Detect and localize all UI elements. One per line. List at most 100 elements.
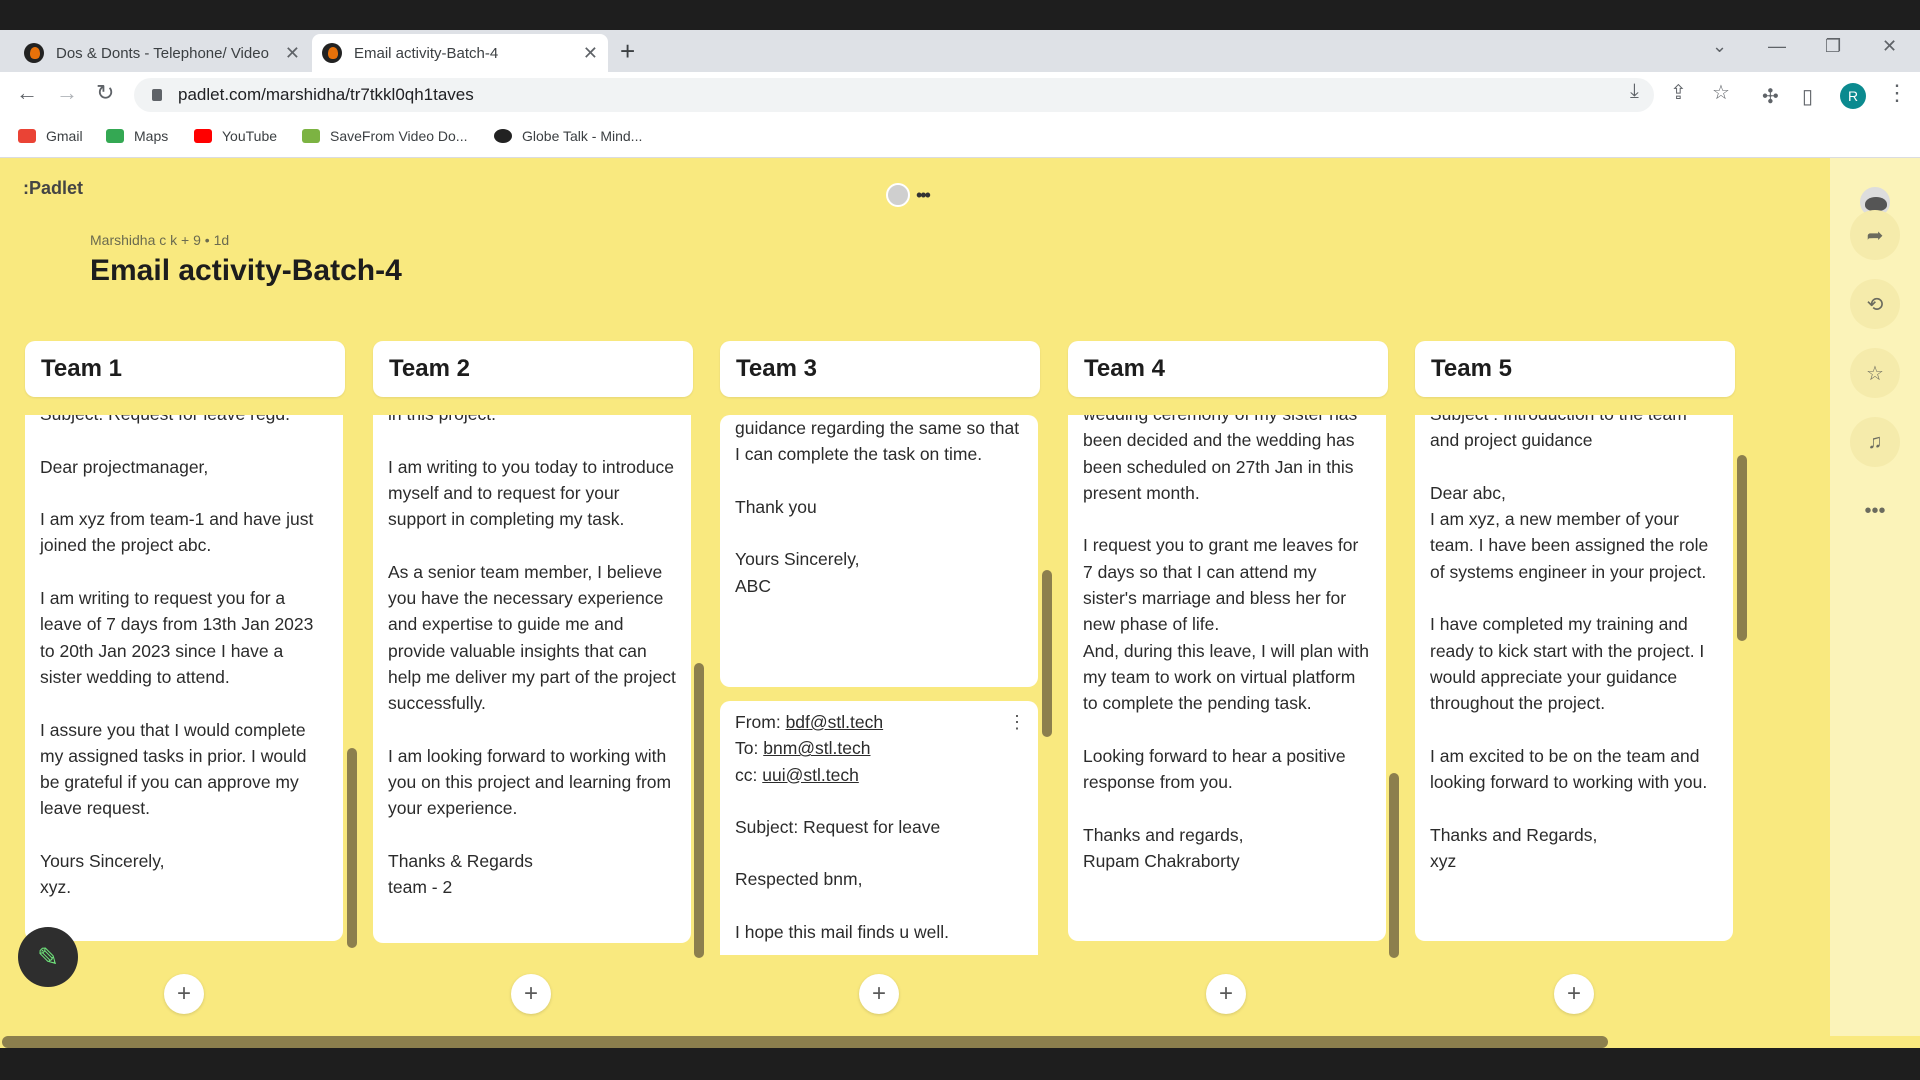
- column-team-3: Team 3 guidance regarding the same so th…: [720, 341, 1040, 955]
- globe-talk-icon: [494, 129, 512, 143]
- post-card[interactable]: ⋮ From: bdf@stl.tech To: bnm@stl.tech cc…: [720, 701, 1038, 955]
- collaborator-avatars[interactable]: •••: [886, 183, 931, 207]
- page-title: Email activity-Batch-4: [90, 254, 402, 287]
- bookmark-label: Gmail: [46, 128, 83, 144]
- post-card[interactable]: wedding ceremony of my sister has been d…: [1068, 415, 1386, 941]
- bell-icon[interactable]: ♫: [1850, 417, 1900, 467]
- post-text: guidance regarding the same so that I ca…: [735, 418, 1020, 596]
- bookmarks-bar: Gmail Maps YouTube SaveFrom Video Do... …: [0, 118, 1920, 158]
- edit-pencil-button[interactable]: ✎: [18, 927, 78, 987]
- to-email-link[interactable]: bnm@stl.tech: [763, 738, 870, 758]
- window-bottom-strip: [0, 1048, 1920, 1080]
- padlet-board: :Padlet ••• Marshidha c k + 9 • 1d Email…: [0, 158, 1830, 1048]
- column-team-4: Team 4 wedding ceremony of my sister has…: [1068, 341, 1388, 941]
- close-icon[interactable]: ✕: [583, 43, 598, 64]
- post-text: wedding ceremony of my sister has been d…: [1083, 415, 1369, 872]
- bookmark-gmail[interactable]: Gmail: [18, 128, 83, 144]
- column-header[interactable]: Team 5: [1415, 341, 1735, 397]
- post-text: Subject : Introduction to the team and p…: [1430, 415, 1709, 872]
- column-posts[interactable]: Subject: Request for leave regd. Dear pr…: [25, 415, 345, 955]
- post-menu-icon[interactable]: ⋮: [1008, 709, 1026, 735]
- install-app-icon[interactable]: ⤓: [1630, 80, 1639, 103]
- url-text: padlet.com/marshidha/tr7tkkl0qh1taves: [178, 85, 474, 104]
- padlet-logo[interactable]: :Padlet: [23, 178, 83, 199]
- star-icon[interactable]: ☆: [1850, 348, 1900, 398]
- column-scrollbar[interactable]: [347, 748, 357, 948]
- tab-dos-donts[interactable]: Dos & Donts - Telephone/ Video ✕: [14, 34, 310, 72]
- bookmark-label: Globe Talk - Mind...: [522, 128, 643, 144]
- column-posts[interactable]: guidance regarding the same so that I ca…: [720, 415, 1040, 955]
- tab-title: Email activity-Batch-4: [354, 44, 499, 62]
- tab-search-chevron-icon[interactable]: ⌄: [1712, 36, 1727, 57]
- column-scrollbar[interactable]: [1737, 455, 1747, 641]
- add-post-button[interactable]: +: [164, 974, 204, 1014]
- bookmark-label: SaveFrom Video Do...: [330, 128, 468, 144]
- column-header[interactable]: Team 1: [25, 341, 345, 397]
- reload-icon[interactable]: ↻: [96, 80, 114, 106]
- cc-email-link[interactable]: uui@stl.tech: [762, 765, 859, 785]
- add-post-button[interactable]: +: [511, 974, 551, 1014]
- gmail-icon: [18, 129, 36, 143]
- restore-icon[interactable]: ❐: [1825, 36, 1841, 57]
- bookmark-globe-talk[interactable]: Globe Talk - Mind...: [494, 128, 642, 144]
- bookmark-label: YouTube: [222, 128, 278, 144]
- new-tab-plus-icon[interactable]: +: [620, 36, 635, 67]
- maps-icon: [106, 129, 124, 143]
- column-scrollbar[interactable]: [694, 663, 704, 958]
- bookmark-label: Maps: [134, 128, 169, 144]
- bookmark-savefrom[interactable]: SaveFrom Video Do...: [302, 128, 467, 144]
- add-post-button[interactable]: +: [859, 974, 899, 1014]
- address-bar[interactable]: padlet.com/marshidha/tr7tkkl0qh1taves: [134, 78, 1654, 112]
- close-icon[interactable]: ✕: [285, 43, 300, 64]
- horizontal-scrollbar[interactable]: [2, 1036, 1608, 1048]
- savefrom-icon: [302, 129, 320, 143]
- browser-toolbar: ← → ↻ padlet.com/marshidha/tr7tkkl0qh1ta…: [0, 72, 1920, 118]
- youtube-icon: [194, 129, 212, 143]
- column-scrollbar[interactable]: [1389, 773, 1399, 958]
- post-card[interactable]: Subject : Introduction to the team and p…: [1415, 415, 1733, 941]
- column-header[interactable]: Team 2: [373, 341, 693, 397]
- from-label: From:: [735, 712, 781, 732]
- padlet-right-rail: ➦ ⟲ ☆ ♫ •••: [1830, 158, 1920, 1048]
- post-text: Subject: Request for leave Respected bnm…: [735, 816, 949, 943]
- extensions-puzzle-icon[interactable]: ✣: [1762, 84, 1779, 109]
- side-panel-icon[interactable]: ▯: [1802, 84, 1813, 109]
- add-post-button[interactable]: +: [1554, 974, 1594, 1014]
- share-icon[interactable]: ⇪: [1670, 80, 1687, 105]
- column-header[interactable]: Team 3: [720, 341, 1040, 397]
- forward-arrow-icon[interactable]: →: [56, 80, 78, 106]
- more-collaborators-icon: •••: [916, 184, 931, 205]
- column-scrollbar[interactable]: [1042, 570, 1052, 737]
- post-text: in this project. I am writing to you tod…: [388, 415, 676, 898]
- browser-menu-icon[interactable]: ⋮: [1886, 80, 1908, 106]
- minimize-icon[interactable]: —: [1768, 36, 1786, 57]
- share-arrow-icon[interactable]: ➦: [1850, 210, 1900, 260]
- column-header[interactable]: Team 4: [1068, 341, 1388, 397]
- bookmark-maps[interactable]: Maps: [106, 128, 168, 144]
- bookmark-youtube[interactable]: YouTube: [194, 128, 277, 144]
- back-arrow-icon[interactable]: ←: [16, 80, 38, 106]
- column-team-2: Team 2 in this project. I am writing to …: [373, 341, 693, 943]
- tab-bar: Dos & Donts - Telephone/ Video ✕ Email a…: [0, 30, 1920, 72]
- window-top-strip: [0, 0, 1920, 30]
- bookmark-star-icon[interactable]: ☆: [1712, 80, 1730, 105]
- board-meta: Marshidha c k + 9 • 1d: [90, 232, 230, 248]
- column-posts[interactable]: Subject : Introduction to the team and p…: [1415, 415, 1735, 955]
- cc-label: cc:: [735, 764, 758, 785]
- add-post-button[interactable]: +: [1206, 974, 1246, 1014]
- post-card[interactable]: Subject: Request for leave regd. Dear pr…: [25, 415, 343, 941]
- remake-icon[interactable]: ⟲: [1850, 279, 1900, 329]
- more-options-icon[interactable]: •••: [1850, 486, 1900, 536]
- post-text: Subject: Request for leave regd. Dear pr…: [40, 415, 314, 898]
- post-card[interactable]: guidance regarding the same so that I ca…: [720, 415, 1038, 687]
- tab-email-activity[interactable]: Email activity-Batch-4 ✕: [312, 34, 608, 72]
- from-email-link[interactable]: bdf@stl.tech: [786, 712, 884, 732]
- column-posts[interactable]: in this project. I am writing to you tod…: [373, 415, 693, 955]
- profile-avatar[interactable]: R: [1840, 83, 1866, 109]
- to-label: To:: [735, 738, 759, 759]
- tab-title: Dos & Donts - Telephone/ Video: [56, 44, 269, 62]
- post-card[interactable]: in this project. I am writing to you tod…: [373, 415, 691, 943]
- column-posts[interactable]: wedding ceremony of my sister has been d…: [1068, 415, 1388, 955]
- column-team-1: Team 1 Subject: Request for leave regd. …: [25, 341, 345, 941]
- window-close-icon[interactable]: ✕: [1882, 36, 1897, 57]
